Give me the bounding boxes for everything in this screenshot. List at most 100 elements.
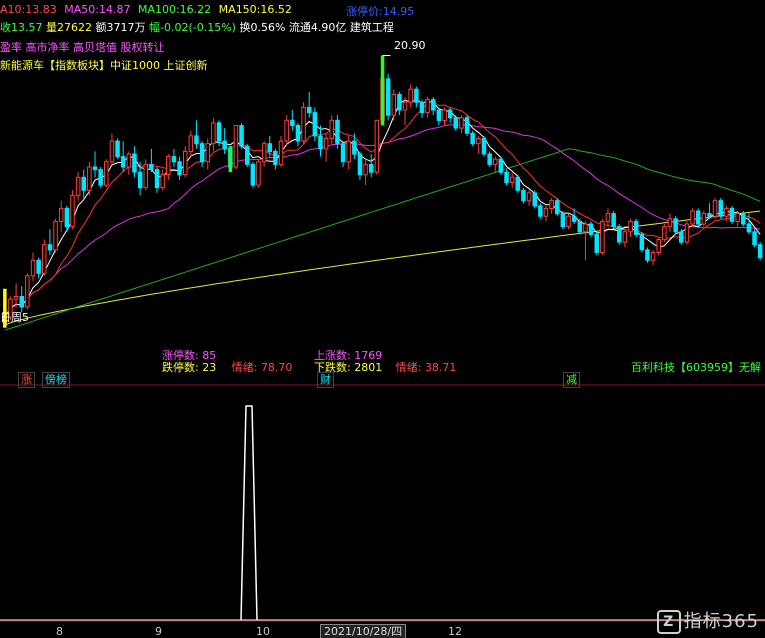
- candle-body: [104, 161, 109, 186]
- candle-body: [295, 125, 301, 142]
- price-high-label: 20.90: [394, 39, 426, 52]
- watermark: Z 指标365: [656, 607, 759, 634]
- limit-down-count-label: 跌停数:: [162, 361, 199, 374]
- candle-body: [160, 174, 165, 189]
- stock-name[interactable]: 百利科技【603959】无解: [631, 359, 761, 375]
- ma150-line: [4, 210, 761, 326]
- candle-body: [329, 119, 334, 139]
- x-axis-label: 8: [56, 625, 63, 638]
- candle-body: [132, 153, 137, 173]
- candle-body: [42, 244, 47, 274]
- ma10-label: A10:: [0, 3, 26, 16]
- candle-body: [588, 223, 594, 235]
- close-price: 收13.57: [0, 21, 43, 34]
- volume: 量27622: [46, 21, 92, 34]
- candle-body: [543, 207, 549, 217]
- down-count: 下跌数: 2801 情绪: 38.71: [314, 359, 456, 375]
- down-count-value: 2801: [354, 361, 383, 374]
- candle-body: [560, 213, 566, 228]
- candle-body: [662, 226, 667, 241]
- candle-body: [137, 171, 143, 189]
- candle-body: [307, 106, 312, 114]
- chart-canvas[interactable]: [0, 0, 765, 638]
- candle-body: [143, 163, 148, 189]
- ranking-tag[interactable]: 傍榜: [42, 372, 70, 388]
- candle-body: [81, 176, 86, 191]
- sentiment2-label: 情绪:: [395, 361, 422, 374]
- candle-body: [109, 140, 115, 163]
- candle-body: [504, 171, 509, 184]
- candle-body: [735, 213, 740, 222]
- candle-body: [369, 163, 374, 173]
- candle-body: [115, 140, 120, 158]
- candle-body: [498, 158, 504, 173]
- candle-body: [256, 161, 261, 186]
- candle-body: [19, 296, 24, 308]
- x-axis-label: 12: [448, 625, 462, 638]
- candle-body: [571, 215, 577, 222]
- candle-body: [374, 119, 380, 173]
- limit-up-price: 涨停价:14.95: [346, 3, 414, 19]
- watermark-text: 指标365: [683, 611, 759, 632]
- candle-body: [391, 93, 396, 116]
- watermark-logo: Z: [656, 610, 681, 634]
- candle-body: [25, 275, 30, 308]
- candle-body: [549, 200, 554, 209]
- candle-body: [284, 119, 289, 142]
- candle-body: [183, 150, 188, 176]
- candle-body: [199, 143, 205, 163]
- quote-info-row: 收13.57 量27622 额3717万 幅-0.02(-0.15%) 换0.5…: [0, 19, 394, 35]
- ma50-value: 14.87: [98, 3, 131, 16]
- candle-body: [408, 88, 413, 103]
- candle-body: [425, 99, 430, 114]
- rise-tag[interactable]: 涨: [18, 372, 35, 388]
- float-shares: 流通4.90亿: [288, 21, 347, 34]
- candle-body: [622, 231, 628, 243]
- candle-body: [453, 117, 458, 129]
- candle-body: [194, 135, 199, 145]
- candle-body: [690, 210, 695, 225]
- candle-body: [645, 249, 650, 261]
- limit-down-count-value: 23: [202, 361, 217, 374]
- candle-body: [600, 220, 605, 253]
- cursor-date: 2021/10/28/四: [320, 624, 407, 638]
- ma-header: A10:13.83 MA50:14.87 MA100:16.22 MA150:1…: [0, 3, 292, 16]
- change: 幅-0.02(-0.15%): [149, 21, 236, 34]
- candle-body: [261, 143, 267, 163]
- reduce-tag[interactable]: 减: [563, 372, 580, 388]
- candle-body: [419, 101, 425, 114]
- concept-tags-1: 盈率 高市净率 高贝塔值 股权转让: [0, 41, 165, 54]
- candle-body: [594, 233, 599, 253]
- ma10-value: 13.83: [25, 3, 57, 16]
- candle-body: [701, 213, 707, 225]
- ma100-label: MA100:: [137, 3, 180, 16]
- x-axis-label: 10: [256, 625, 270, 638]
- candle-body: [385, 78, 391, 116]
- candle-body: [222, 140, 227, 150]
- industry: 建筑工程: [349, 21, 394, 34]
- candle-body: [239, 125, 244, 147]
- candle-body: [521, 189, 526, 202]
- candle-body: [273, 150, 278, 165]
- candle-body: [628, 220, 633, 233]
- ma10-line: [4, 100, 761, 318]
- candle-body: [464, 117, 470, 134]
- candle-body: [188, 135, 194, 152]
- candle-body: [617, 226, 622, 243]
- limit-up-candle: [228, 146, 233, 173]
- candle-body: [177, 161, 182, 176]
- candle-body: [729, 207, 735, 222]
- candle-body: [92, 166, 98, 171]
- finance-tag[interactable]: 财: [317, 372, 334, 388]
- candle-body: [442, 109, 447, 121]
- candle-body: [611, 213, 616, 228]
- candle-body: [577, 220, 582, 233]
- candle-body: [211, 122, 216, 145]
- candle-body: [481, 138, 487, 155]
- candle-body: [154, 169, 160, 189]
- candle-body: [639, 233, 645, 251]
- sentiment1-label: 情绪:: [231, 361, 258, 374]
- candle-body: [459, 117, 464, 129]
- candle-body: [493, 158, 498, 165]
- turnover: 换0.56%: [239, 21, 286, 34]
